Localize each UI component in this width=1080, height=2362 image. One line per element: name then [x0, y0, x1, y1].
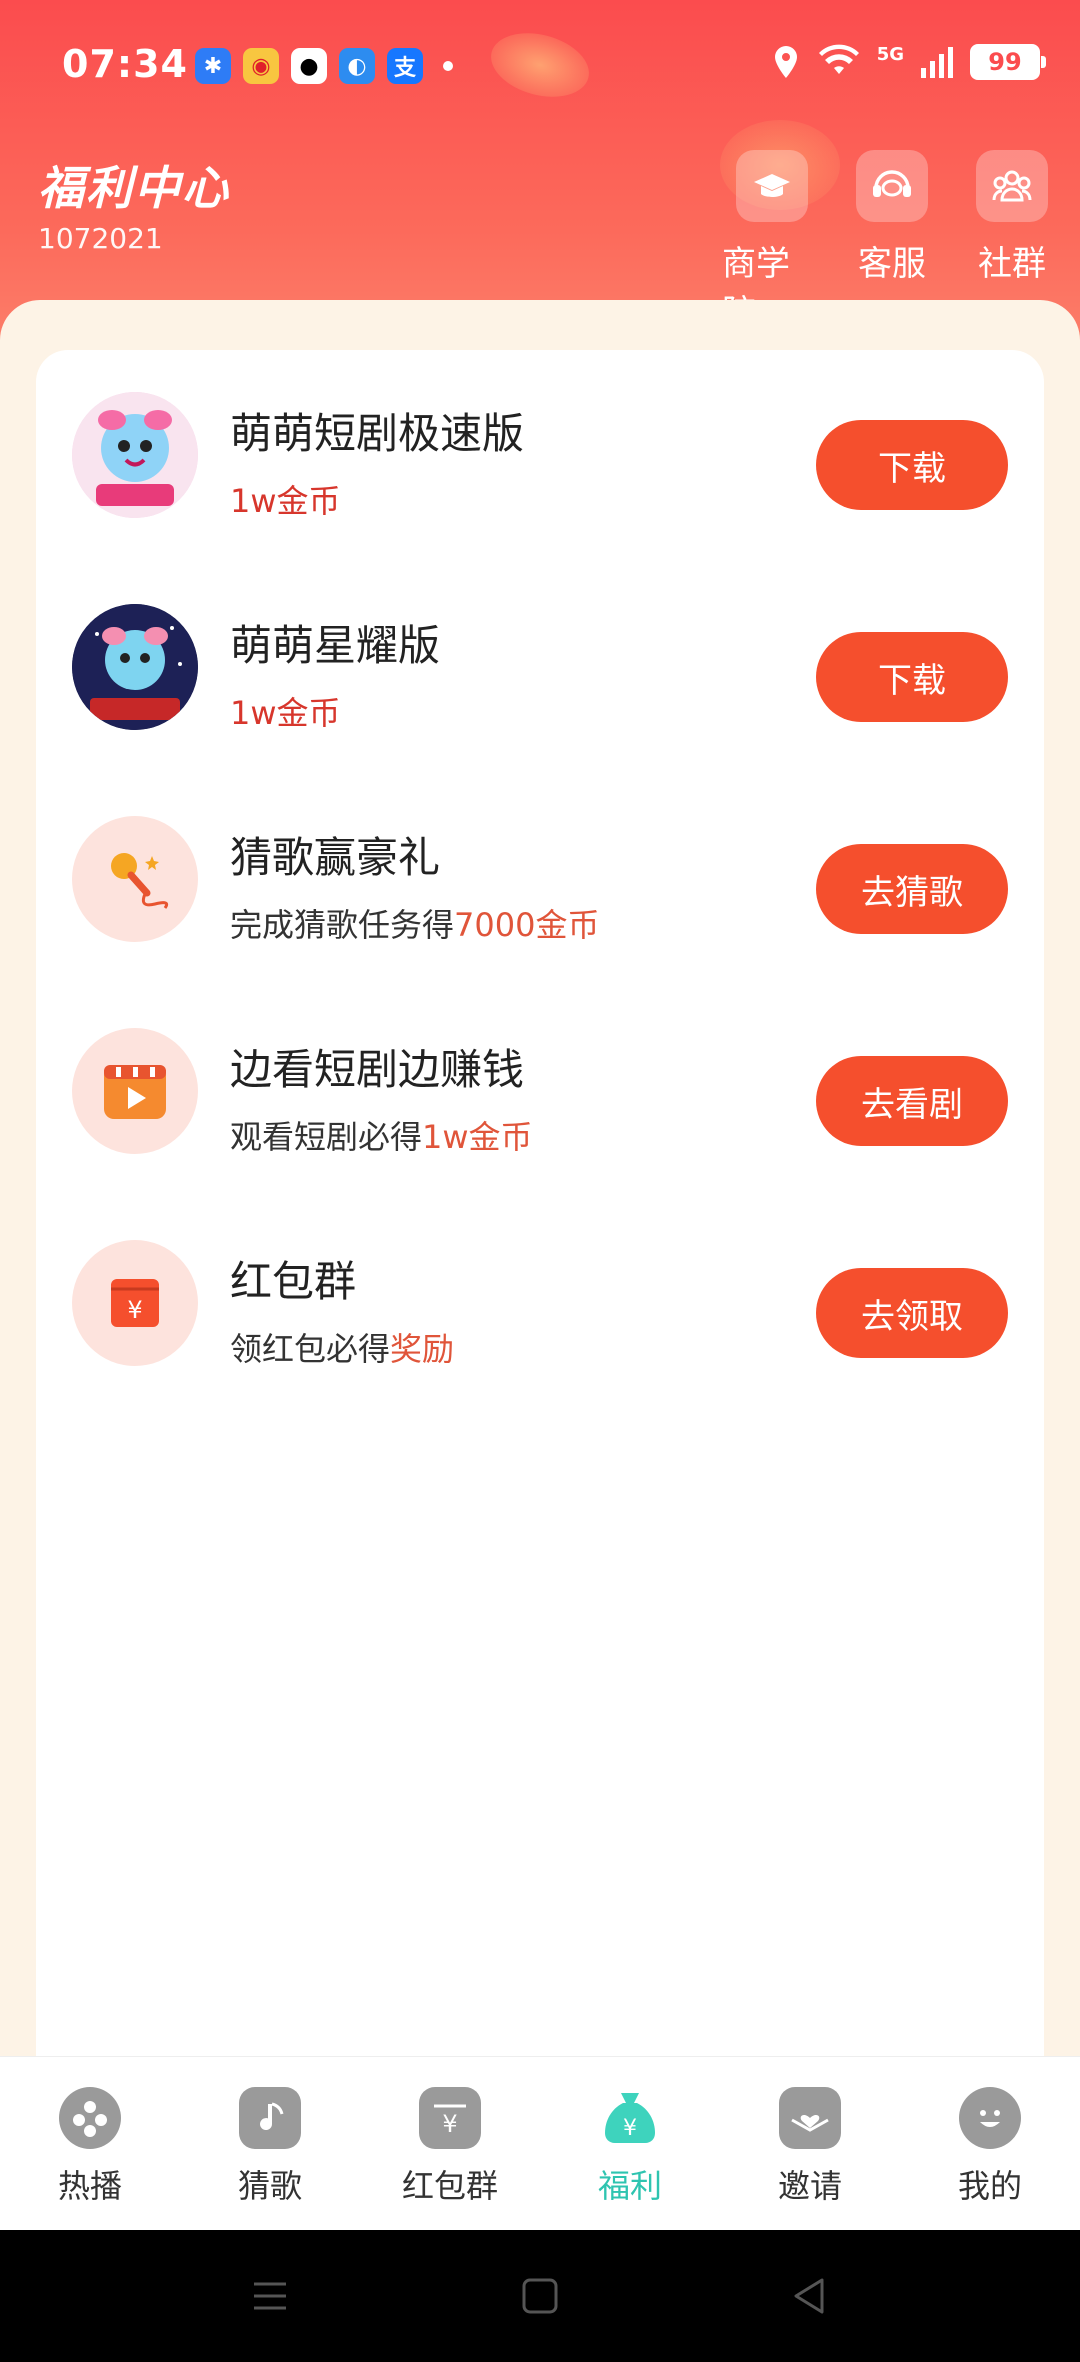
nav-label: 邀请: [777, 2167, 842, 2205]
yuan-envelope-icon: ¥: [419, 2087, 481, 2149]
guess-song-button[interactable]: 去猜歌: [816, 844, 1008, 934]
task-description-text: 完成猜歌任务得: [230, 906, 455, 944]
task-reward-highlight: 7000金币: [454, 906, 600, 944]
task-description: 观看短剧必得1w金币: [230, 1112, 533, 1158]
app-mascot-icon: [72, 392, 198, 518]
task-item: 萌萌星耀版 1w金币 下载: [36, 562, 1044, 774]
microphone-icon: [72, 816, 198, 942]
nav-label: 热播: [57, 2167, 122, 2205]
red-envelope-icon: ¥: [72, 1240, 198, 1366]
task-description: 完成猜歌任务得7000金币: [230, 900, 599, 946]
more-notifications-icon: [443, 61, 453, 71]
alipay-app-icon: 支: [387, 48, 423, 84]
task-item: 萌萌短剧极速版 1w金币 下载: [36, 350, 1044, 562]
network-label: 5G: [876, 44, 904, 65]
user-id: 1072021: [38, 222, 163, 255]
group-icon: [976, 150, 1048, 222]
invite-heart-icon: [779, 2087, 841, 2149]
task-description-text: 领红包必得: [230, 1330, 391, 1368]
music-note-icon: [239, 2087, 301, 2149]
nav-label: 福利: [597, 2167, 662, 2205]
task-reward-highlight: 1w金币: [422, 1118, 533, 1156]
signal-icon: [921, 47, 953, 78]
task-item: 边看短剧边赚钱 观看短剧必得1w金币 去看剧: [36, 986, 1044, 1198]
video-play-icon: [72, 1028, 198, 1154]
headset-icon: [856, 150, 928, 222]
film-reel-icon: [59, 2087, 121, 2149]
page-title: 福利中心: [38, 161, 230, 215]
task-title: 萌萌短剧极速版: [230, 409, 525, 458]
community-label: 社群: [978, 244, 1046, 284]
money-bag-icon: ¥: [599, 2087, 661, 2149]
task-item: 猜歌赢豪礼 完成猜歌任务得7000金币 去猜歌: [36, 774, 1044, 986]
task-reward: 1w金币: [230, 694, 341, 732]
task-reward-highlight: 奖励: [390, 1330, 455, 1368]
nav-label: 红包群: [401, 2167, 498, 2205]
nav-item-welfare[interactable]: ¥ 福利: [555, 2087, 705, 2207]
download-button[interactable]: 下载: [816, 632, 1008, 722]
browser-app-icon: ◐: [339, 48, 375, 84]
task-title: 红包群: [230, 1257, 357, 1306]
download-button[interactable]: 下载: [816, 420, 1008, 510]
svg-text:¥: ¥: [623, 2116, 637, 2141]
task-title: 萌萌星耀版: [230, 621, 441, 670]
status-time: 07:34: [62, 42, 188, 86]
task-reward: 1w金币: [230, 482, 341, 520]
pinwheel-app-icon: ✱: [195, 48, 231, 84]
weibo-app-icon: ◉: [243, 48, 279, 84]
bottom-nav: 热播 猜歌 ¥ 红包群 ¥ 福利 邀请 我的: [0, 2056, 1080, 2230]
svg-text:¥: ¥: [127, 1296, 142, 1324]
qq-app-icon: ●: [291, 48, 327, 84]
svg-text:¥: ¥: [442, 2110, 457, 2138]
smile-face-icon: [959, 2087, 1021, 2149]
graduation-cap-icon: [736, 150, 808, 222]
task-item: ¥ 红包群 领红包必得奖励 去领取: [36, 1198, 1044, 1410]
nav-label: 猜歌: [237, 2167, 302, 2205]
nav-item-mine[interactable]: 我的: [915, 2087, 1065, 2207]
app-mascot-star-icon: [72, 604, 198, 730]
system-nav-bar: [0, 2230, 1080, 2362]
task-description: 领红包必得奖励: [230, 1324, 454, 1370]
task-description-text: 观看短剧必得: [230, 1118, 423, 1156]
claim-button[interactable]: 去领取: [816, 1268, 1008, 1358]
back-icon[interactable]: [790, 2276, 830, 2316]
menu-icon[interactable]: [250, 2276, 290, 2316]
nav-item-guess-song[interactable]: 猜歌: [195, 2087, 345, 2207]
task-title: 边看短剧边赚钱: [230, 1045, 525, 1094]
status-bar: 07:34 ✱ ◉ ● ◐ 支 5G 99: [0, 0, 1080, 130]
location-icon: [774, 46, 797, 78]
nav-label: 我的: [957, 2167, 1022, 2205]
status-right: 5G 99: [771, 44, 1046, 80]
wifi-icon: [818, 44, 859, 74]
task-title: 猜歌赢豪礼: [230, 833, 441, 882]
watch-drama-button[interactable]: 去看剧: [816, 1056, 1008, 1146]
nav-item-red-envelope-group[interactable]: ¥ 红包群: [375, 2087, 525, 2207]
customer-service-label: 客服: [858, 244, 926, 284]
notification-icons: ✱ ◉ ● ◐ 支: [195, 48, 453, 84]
nav-item-invite[interactable]: 邀请: [735, 2087, 885, 2207]
home-icon[interactable]: [520, 2276, 560, 2316]
nav-item-hot[interactable]: 热播: [15, 2087, 165, 2207]
battery-indicator: 99: [970, 44, 1046, 80]
